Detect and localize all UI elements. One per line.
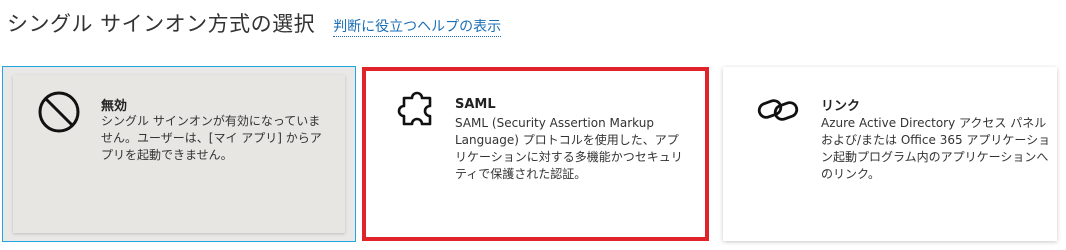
option-description: Azure Active Directory アクセス パネルおよび/または O… [821, 116, 1051, 181]
card-inner: 無効 シングル サインオンが有効になっていません。ユーザーは、[マイ アプリ] … [13, 75, 345, 233]
sso-option-saml[interactable]: SAML SAML (Security Assertion Markup Lan… [362, 67, 709, 241]
page-header: シングル サインオン方式の選択 判断に役立つヘルプの表示 [7, 8, 502, 38]
option-name: リンク [821, 99, 861, 114]
help-link[interactable]: 判断に役立つヘルプの表示 [333, 16, 502, 37]
sso-option-disabled[interactable]: 無効 シングル サインオンが有効になっていません。ユーザーは、[マイ アプリ] … [2, 66, 356, 242]
option-name: SAML [455, 97, 496, 112]
sso-option-link[interactable]: リンク Azure Active Directory アクセス パネルおよび/ま… [723, 67, 1057, 241]
puzzle-icon [394, 86, 440, 132]
option-name: 無効 [101, 99, 128, 114]
page-title: シングル サインオン方式の選択 [7, 12, 316, 36]
link-icon [756, 87, 802, 133]
option-description: シングル サインオンが有効になっていません。ユーザーは、[マイ アプリ] からア… [101, 114, 322, 162]
prohibited-icon [36, 89, 82, 135]
option-description: SAML (Security Assertion Markup Language… [455, 116, 683, 181]
